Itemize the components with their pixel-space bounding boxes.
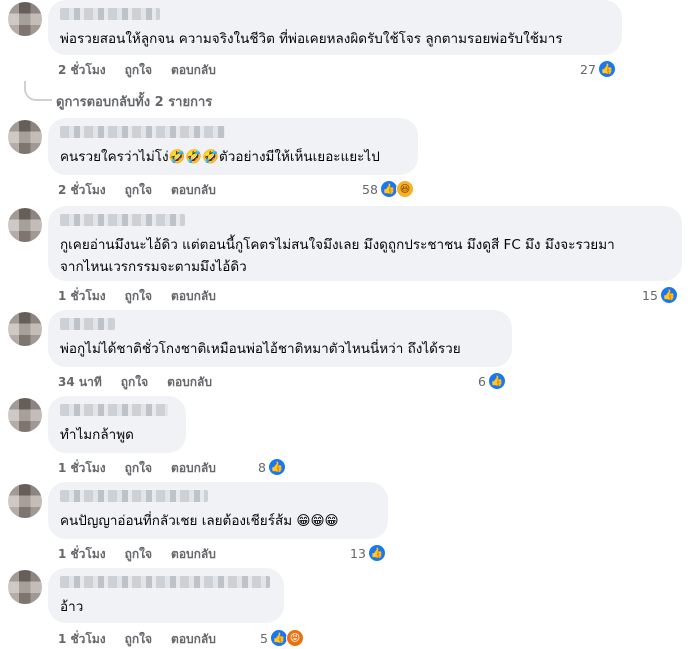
comment-bubble: พ่อกูไม่ได้ชาติชั่วโกงชาติเหมือนพ่อไอ้ชา… bbox=[48, 310, 512, 367]
timestamp[interactable]: 1 ชั่วโมง bbox=[58, 545, 106, 564]
comment-actions: 2 ชั่วโมง ถูกใจ ตอบกลับ bbox=[58, 181, 216, 200]
avatar[interactable] bbox=[8, 312, 42, 346]
timestamp[interactable]: 1 ชั่วโมง bbox=[58, 287, 106, 306]
comment-bubble: อ้าว bbox=[48, 568, 284, 623]
haha-icon: 😆 bbox=[395, 180, 414, 198]
reaction-summary[interactable]: 58 👍 😆 bbox=[362, 180, 414, 198]
avatar[interactable] bbox=[8, 208, 42, 242]
like-button[interactable]: ถูกใจ bbox=[125, 61, 152, 80]
timestamp[interactable]: 2 ชั่วโมง bbox=[58, 181, 106, 200]
reply-button[interactable]: ตอบกลับ bbox=[167, 373, 212, 392]
avatar[interactable] bbox=[8, 2, 42, 36]
comment-text: พ่อกูไม่ได้ชาติชั่วโกงชาติเหมือนพ่อไอ้ชา… bbox=[60, 341, 461, 357]
reply-button[interactable]: ตอบกลับ bbox=[171, 181, 216, 200]
reply-button[interactable]: ตอบกลับ bbox=[171, 61, 216, 80]
author-name-blurred[interactable] bbox=[60, 576, 270, 588]
comment-bubble: ทำไมกล้าพูด bbox=[48, 396, 186, 453]
comment-bubble: พ่อรวยสอนให้ลูกจน ความจริงในชีวิต ที่พ่อ… bbox=[48, 0, 622, 55]
reaction-count: 58 bbox=[362, 181, 378, 197]
comment-actions: 34 นาที ถูกใจ ตอบกลับ bbox=[58, 373, 212, 392]
reply-button[interactable]: ตอบกลับ bbox=[171, 459, 216, 478]
like-icon: 👍 bbox=[659, 286, 678, 304]
comment-bubble: คนปัญญาอ่อนที่กลัวเชย เลยต้องเชียร์ส้ม 😁… bbox=[48, 482, 388, 539]
reaction-summary[interactable]: 13 👍 bbox=[350, 544, 386, 562]
like-button[interactable]: ถูกใจ bbox=[121, 373, 148, 392]
author-name-blurred[interactable] bbox=[60, 490, 208, 502]
reaction-summary[interactable]: 6 👍 bbox=[478, 372, 506, 390]
reply-button[interactable]: ตอบกลับ bbox=[171, 545, 216, 564]
timestamp[interactable]: 1 ชั่วโมง bbox=[58, 459, 106, 478]
avatar[interactable] bbox=[8, 398, 42, 432]
reaction-count: 15 bbox=[642, 287, 658, 303]
comment-text: กูเคยอ่านมึงนะไอ้ดิว แต่ตอนนี้กูโคตรไม่ส… bbox=[60, 237, 615, 275]
timestamp[interactable]: 34 นาที bbox=[58, 373, 102, 392]
comment-actions: 1 ชั่วโมง ถูกใจ ตอบกลับ bbox=[58, 630, 216, 649]
reply-button[interactable]: ตอบกลับ bbox=[171, 287, 216, 306]
like-button[interactable]: ถูกใจ bbox=[125, 459, 152, 478]
like-icon: 👍 bbox=[367, 544, 386, 562]
reaction-count: 6 bbox=[478, 373, 486, 389]
reaction-count: 5 bbox=[260, 630, 268, 646]
like-button[interactable]: ถูกใจ bbox=[125, 181, 152, 200]
comment-text: ทำไมกล้าพูด bbox=[60, 427, 134, 443]
comment-text: อ้าว bbox=[60, 599, 84, 615]
author-name-blurred[interactable] bbox=[60, 318, 115, 330]
comment-text: พ่อรวยสอนให้ลูกจน ความจริงในชีวิต ที่พ่อ… bbox=[60, 31, 563, 47]
reaction-summary[interactable]: 15 👍 bbox=[642, 286, 678, 304]
comment-bubble: คนรวยใครว่าไม่โง่🤣🤣🤣ตัวอย่างมีให้เห็นเยอ… bbox=[48, 118, 418, 175]
view-replies-link[interactable]: ดูการตอบกลับทั้ง 2 รายการ bbox=[23, 81, 212, 112]
author-name-blurred[interactable] bbox=[60, 126, 225, 138]
timestamp[interactable]: 2 ชั่วโมง bbox=[58, 61, 106, 80]
reaction-count: 8 bbox=[258, 459, 266, 475]
avatar[interactable] bbox=[8, 570, 42, 604]
reaction-summary[interactable]: 5 👍 😡 bbox=[260, 629, 304, 647]
author-name-blurred[interactable] bbox=[60, 404, 168, 416]
like-icon: 👍 bbox=[267, 458, 286, 476]
comment-actions: 2 ชั่วโมง ถูกใจ ตอบกลับ bbox=[58, 61, 216, 80]
comment-bubble: กูเคยอ่านมึงนะไอ้ดิว แต่ตอนนี้กูโคตรไม่ส… bbox=[48, 206, 682, 281]
like-icon: 👍 bbox=[487, 372, 506, 390]
reaction-summary[interactable]: 8 👍 bbox=[258, 458, 286, 476]
reaction-count: 13 bbox=[350, 545, 366, 561]
avatar[interactable] bbox=[8, 120, 42, 154]
comment-actions: 1 ชั่วโมง ถูกใจ ตอบกลับ bbox=[58, 287, 216, 306]
like-icon: 👍 bbox=[597, 60, 616, 78]
author-name-blurred[interactable] bbox=[60, 8, 160, 20]
comment-actions: 1 ชั่วโมง ถูกใจ ตอบกลับ bbox=[58, 459, 216, 478]
reaction-count: 27 bbox=[580, 61, 596, 77]
comment-text: คนรวยใครว่าไม่โง่🤣🤣🤣ตัวอย่างมีให้เห็นเยอ… bbox=[60, 149, 380, 165]
like-button[interactable]: ถูกใจ bbox=[125, 630, 152, 649]
timestamp[interactable]: 1 ชั่วโมง bbox=[58, 630, 106, 649]
avatar[interactable] bbox=[8, 484, 42, 518]
reply-button[interactable]: ตอบกลับ bbox=[171, 630, 216, 649]
author-name-blurred[interactable] bbox=[60, 214, 185, 226]
angry-icon: 😡 bbox=[285, 629, 304, 647]
comment-text: คนปัญญาอ่อนที่กลัวเชย เลยต้องเชียร์ส้ม 😁… bbox=[60, 513, 339, 529]
like-button[interactable]: ถูกใจ bbox=[125, 287, 152, 306]
comment-actions: 1 ชั่วโมง ถูกใจ ตอบกลับ bbox=[58, 545, 216, 564]
reaction-summary[interactable]: 27 👍 bbox=[580, 60, 616, 78]
like-button[interactable]: ถูกใจ bbox=[125, 545, 152, 564]
